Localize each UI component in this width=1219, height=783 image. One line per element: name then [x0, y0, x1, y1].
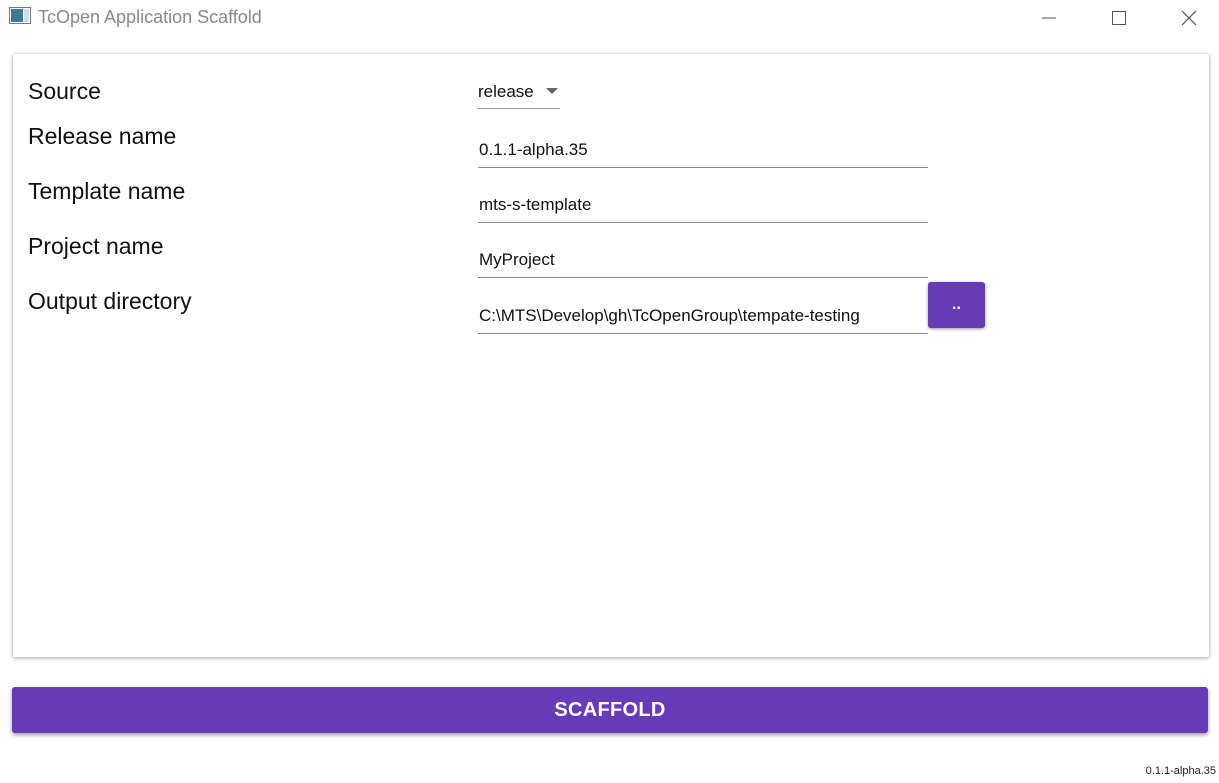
project-name-field[interactable]: [478, 246, 928, 278]
window-title: TcOpen Application Scaffold: [38, 7, 262, 27]
output-directory-input[interactable]: [479, 302, 919, 330]
template-name-label: Template name: [28, 178, 186, 204]
browse-button[interactable]: ..: [928, 282, 985, 328]
maximize-icon: [1112, 11, 1126, 25]
version-label: 0.1.1-alpha.35: [1145, 765, 1216, 777]
source-select-value: release: [478, 82, 534, 101]
template-name-field[interactable]: [478, 191, 928, 223]
output-directory-field[interactable]: [478, 302, 928, 334]
release-name-field[interactable]: [478, 136, 928, 168]
form-card: Source release Release name Template nam…: [13, 54, 1209, 657]
maximize-button[interactable]: [1084, 0, 1154, 36]
minimize-icon: [1042, 17, 1056, 19]
close-icon: [1181, 10, 1197, 26]
source-select[interactable]: release: [478, 78, 560, 109]
minimize-button[interactable]: [1014, 0, 1084, 36]
project-name-label: Project name: [28, 233, 164, 259]
release-name-input[interactable]: [479, 136, 919, 164]
project-name-input[interactable]: [479, 246, 919, 274]
app-window-icon: [9, 7, 31, 24]
chevron-down-icon: [546, 88, 558, 94]
release-name-label: Release name: [28, 123, 177, 149]
title-bar: TcOpen Application Scaffold: [0, 0, 1219, 36]
output-directory-label: Output directory: [28, 288, 192, 314]
close-button[interactable]: [1154, 0, 1219, 36]
template-name-input[interactable]: [479, 191, 919, 219]
scaffold-button[interactable]: SCAFFOLD: [12, 687, 1208, 733]
source-label: Source: [28, 78, 101, 104]
